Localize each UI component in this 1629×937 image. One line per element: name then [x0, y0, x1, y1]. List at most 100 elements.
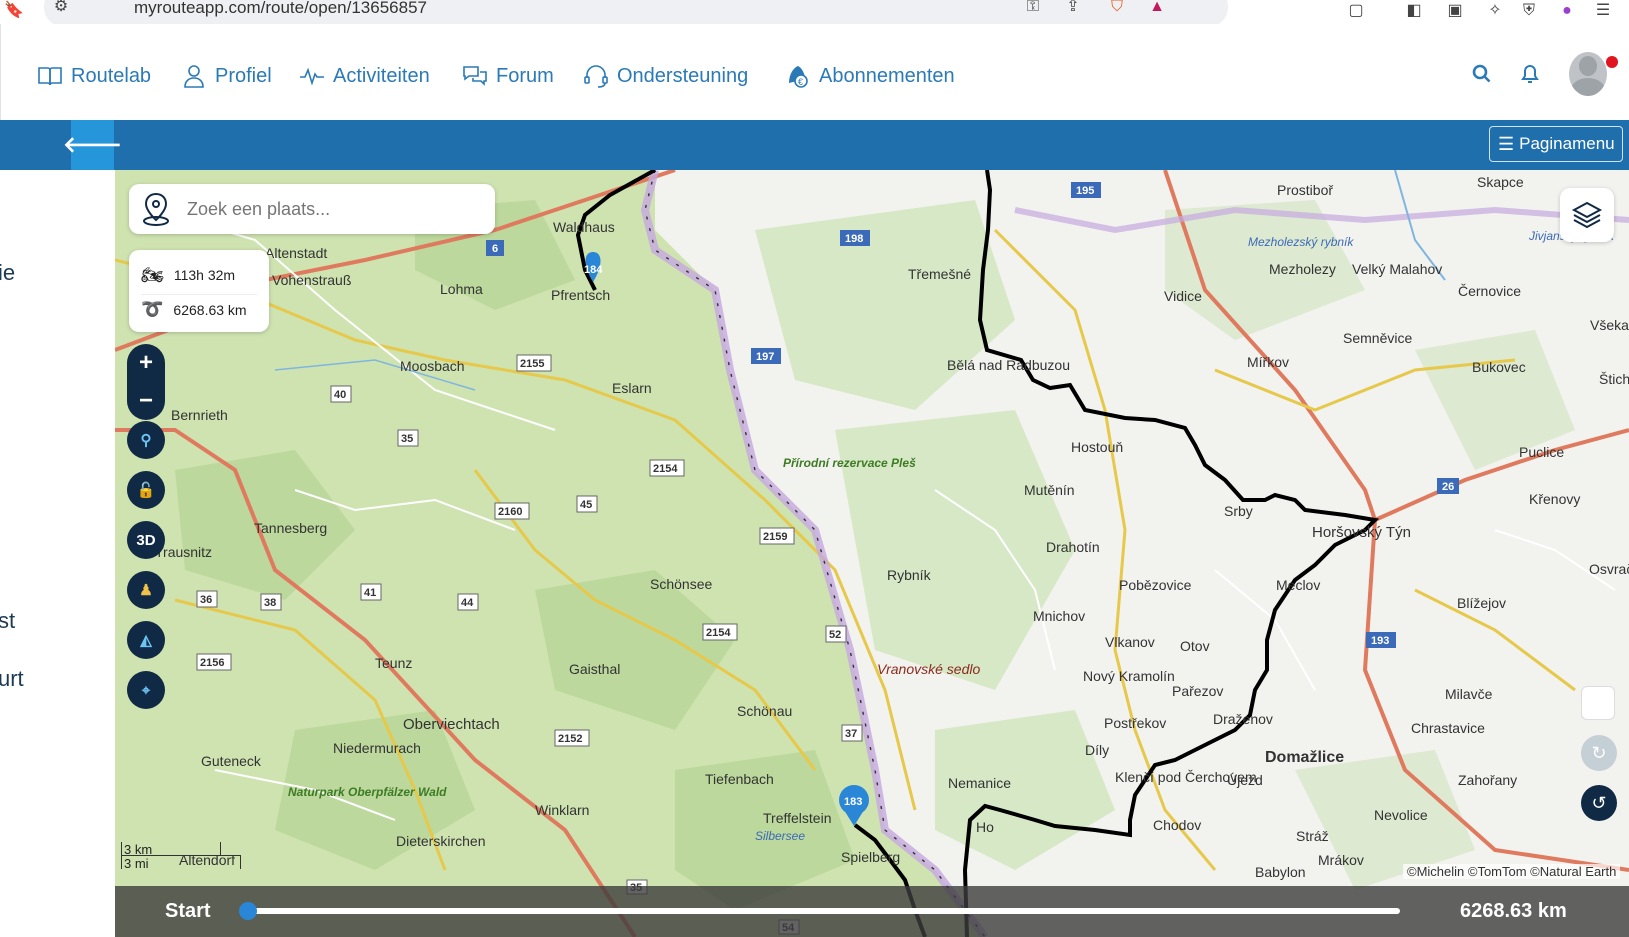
back-button[interactable]: 🡐 [63, 120, 122, 170]
map-label: Blížejov [1457, 595, 1506, 611]
nav-forum[interactable]: Forum [462, 62, 554, 90]
zoom-in-button[interactable]: + [127, 344, 165, 382]
3d-button[interactable]: 3D [127, 521, 165, 559]
map-attribution: ©Michelin ©TomTom ©Natural Earth [1403, 864, 1621, 879]
map-label: 193 [1371, 635, 1389, 647]
bookmark-icon[interactable]: 🔖 [4, 2, 24, 20]
side-text-fragment[interactable]: ie [0, 260, 15, 286]
side-text-fragment[interactable]: urt [0, 666, 24, 692]
map-label: Vidice [1164, 288, 1202, 304]
address-bar[interactable]: ⚙ myrouteapp.com/route/open/13656857 ⚿ ⇪… [44, 0, 1228, 26]
nav-abonnementen[interactable]: € Abonnementen [785, 62, 955, 90]
elevation-button[interactable]: ◭ [127, 621, 165, 659]
nav-routelab[interactable]: Routelab [37, 62, 151, 90]
map-label: Guteneck [201, 753, 262, 769]
map-label: Horšovský Týn [1312, 524, 1411, 541]
map-label: Drahotín [1046, 539, 1100, 555]
profile-icon[interactable]: ● [1558, 2, 1576, 20]
map-label: 195 [1076, 185, 1094, 197]
map-label: 2154 [653, 463, 678, 475]
map-label: Dieterskirchen [396, 833, 485, 849]
chat-icon [463, 66, 487, 86]
undo-button[interactable]: ↺ [1581, 785, 1617, 821]
key-icon[interactable]: ⚿ [1024, 0, 1042, 16]
map-label: Waldhaus [553, 219, 615, 235]
side-text-fragment[interactable]: st [0, 608, 15, 634]
map-label: 2152 [558, 733, 582, 745]
rewards-icon[interactable]: ▲ [1148, 0, 1166, 16]
svg-text:€: € [798, 77, 803, 87]
map-label: Pařezov [1172, 683, 1223, 699]
map-label: 36 [200, 594, 212, 606]
brave-shield-icon[interactable]: ⛉ [1108, 0, 1126, 16]
map-label: 2160 [498, 506, 522, 518]
lock-icon: 🔓 [136, 482, 156, 499]
route-map[interactable]: 195 198 197 6 2155 40 35 2154 45 2160 21… [115, 170, 1629, 937]
site-settings-icon[interactable]: ⚙ [52, 0, 70, 16]
locate-me-button[interactable]: ⌖ [127, 671, 165, 709]
map-label: Milavče [1445, 686, 1493, 702]
map-label: 183 [844, 796, 862, 808]
zoom-out-button[interactable]: − [127, 382, 165, 420]
duration-row: 🏍 113h 32m [141, 260, 235, 290]
map-label: Semněvice [1343, 330, 1412, 346]
map-label: Domažlice [1265, 749, 1344, 766]
map-label: Lohma [440, 281, 483, 297]
nav-profiel[interactable]: Profiel [181, 62, 272, 90]
map-label: 44 [461, 597, 474, 609]
map-blank-control[interactable] [1581, 686, 1615, 720]
map-label: Schönau [737, 703, 792, 719]
nav-ondersteuning[interactable]: Ondersteuning [583, 62, 748, 90]
duration-value: 113h 32m [173, 267, 236, 283]
nav-forum-label: Forum [496, 64, 554, 87]
map-label: Gaisthal [569, 661, 620, 677]
map-layers-button[interactable] [1560, 188, 1614, 242]
map-label: 38 [264, 597, 276, 609]
map-label: Rybník [887, 567, 932, 583]
subscription-icon: € [789, 66, 808, 88]
redo-button[interactable]: ↻ [1581, 735, 1617, 771]
street-view-button[interactable]: ♟ [127, 571, 165, 609]
map-label: Třemešné [908, 266, 971, 282]
avatar[interactable] [1569, 52, 1607, 96]
route-stats-panel: 🏍 113h 32m ➰ 6268.63 km [129, 250, 269, 332]
map-label: Chrastavice [1411, 720, 1485, 736]
page-menu-label: Paginamenu [1519, 134, 1615, 153]
place-search-box[interactable] [129, 184, 495, 234]
nav-activiteiten[interactable]: Activiteiten [299, 62, 430, 90]
add-waypoint-button[interactable]: ⚲ [127, 421, 165, 459]
map-label: Vlkanov [1105, 634, 1155, 650]
url-text[interactable]: myrouteapp.com/route/open/13656857 [134, 0, 427, 18]
map-label: Ho [976, 819, 994, 835]
leo-icon[interactable]: ✧ [1486, 2, 1504, 20]
map-canvas[interactable]: 195 198 197 6 2155 40 35 2154 45 2160 21… [115, 170, 1629, 937]
left-side-panel: ie st urt [0, 170, 115, 937]
timeline-handle[interactable] [239, 902, 257, 920]
search-input[interactable] [187, 198, 467, 220]
map-label: Winklarn [535, 802, 589, 818]
timeline-track[interactable] [246, 908, 1400, 914]
nav-abonnementen-label: Abonnementen [819, 64, 955, 87]
map-label: Všekary [1590, 317, 1629, 333]
share-icon[interactable]: ⇪ [1064, 0, 1082, 16]
map-label: Stráž [1296, 828, 1329, 844]
map-label: Mutěnín [1024, 482, 1075, 498]
notifications-button[interactable] [1516, 60, 1544, 88]
search-button[interactable] [1468, 60, 1496, 88]
sidebar-icon[interactable]: ◧ [1405, 2, 1423, 20]
map-label: Přírodní rezervace Pleš [783, 456, 916, 470]
map-label: Moosbach [400, 358, 465, 374]
wallet-icon[interactable]: ▣ [1446, 2, 1464, 20]
map-label: Mezholezský rybník [1248, 235, 1354, 249]
page-menu-button[interactable]: ☰ Paginamenu [1489, 126, 1623, 162]
map-label: Skapce [1477, 174, 1524, 190]
vpn-icon[interactable]: ⛨ [1520, 2, 1538, 20]
map-label: Hostouň [1071, 439, 1123, 455]
lock-button[interactable]: 🔓 [127, 471, 165, 509]
map-label: Otov [1180, 638, 1210, 654]
screenshot-icon[interactable]: ▢ [1347, 2, 1365, 20]
menu-icon[interactable]: ☰ [1594, 2, 1612, 20]
map-label: Babylon [1255, 864, 1306, 880]
route-distance-icon: ➰ [141, 299, 164, 319]
map-label: 6 [492, 243, 498, 255]
